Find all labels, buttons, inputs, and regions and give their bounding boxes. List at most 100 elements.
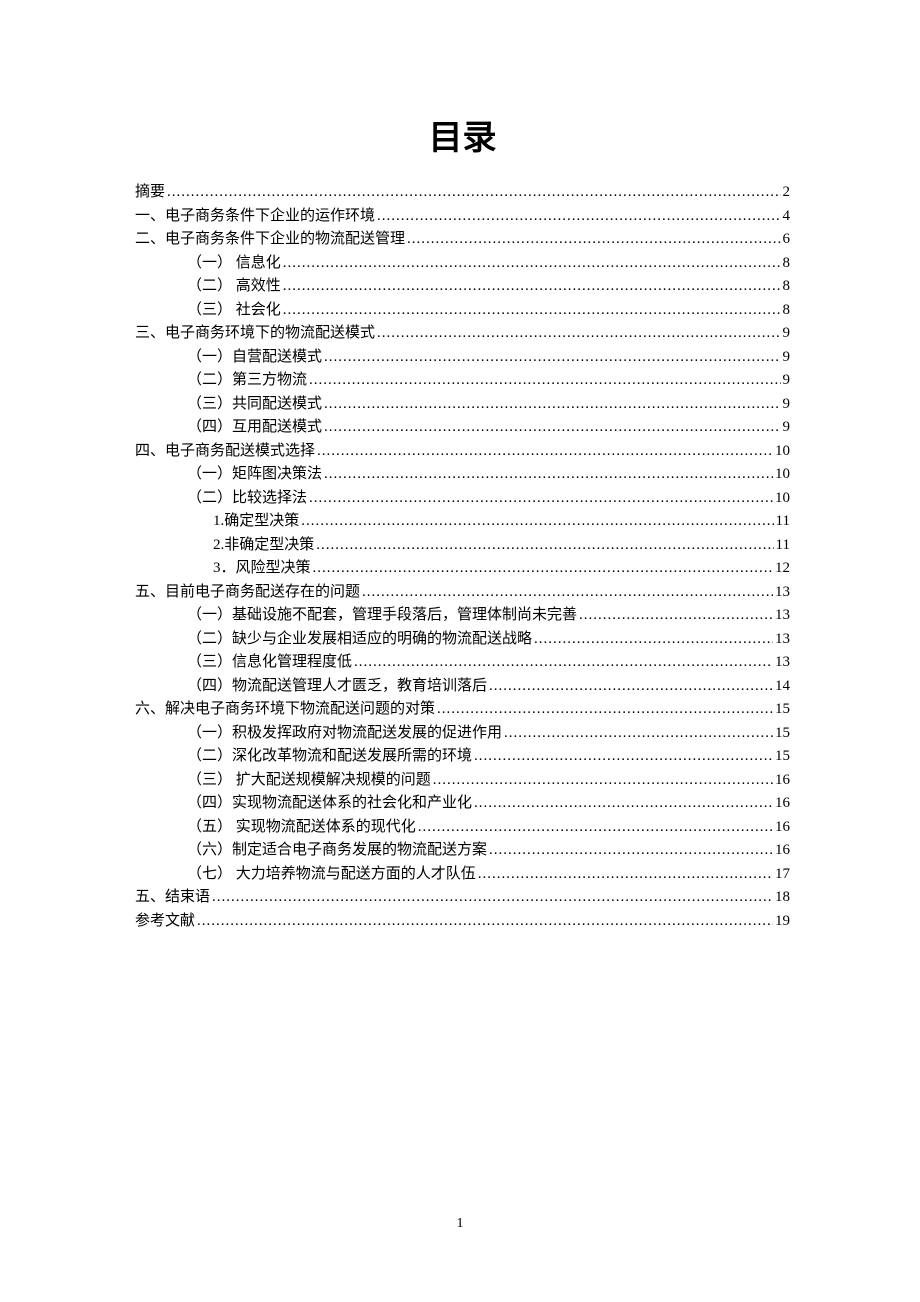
toc-entry: 五、目前电子商务配送存在的问题13 — [135, 581, 790, 605]
toc-entry: 摘要 2 — [135, 181, 790, 205]
toc-entry-page: 11 — [776, 510, 790, 533]
toc-entry: （一） 信息化 8 — [135, 252, 790, 276]
toc-entry-label: （四）物流配送管理人才匮乏，教育培训落后 — [187, 675, 487, 698]
toc-entry-label: 2.非确定型决策 — [213, 534, 314, 557]
toc-leader-dots — [283, 252, 781, 275]
toc-entry-label: （一）自营配送模式 — [187, 346, 322, 369]
toc-entry-page: 19 — [775, 910, 790, 933]
toc-entry-label: 摘要 — [135, 181, 165, 204]
toc-entry: （三） 扩大配送规模解决规模的问题 16 — [135, 769, 790, 793]
toc-leader-dots — [504, 722, 773, 745]
toc-entry: （二） 高效性8 — [135, 275, 790, 299]
toc-entry-label: （七） 大力培养物流与配送方面的人才队伍 — [187, 863, 476, 886]
toc-entry-label: （二）第三方物流 — [187, 369, 307, 392]
toc-entry-page: 16 — [775, 792, 790, 815]
toc-entry: 四、电子商务配送模式选择 10 — [135, 440, 790, 464]
toc-leader-dots — [534, 628, 773, 651]
toc-entry-page: 10 — [775, 463, 790, 486]
toc-entry-page: 10 — [775, 487, 790, 510]
toc-entry-page: 9 — [783, 322, 791, 345]
toc-entry-page: 17 — [775, 863, 790, 886]
toc-entry-page: 12 — [775, 557, 790, 580]
page-title: 目录 — [135, 110, 790, 159]
toc-entry-label: （六）制定适合电子商务发展的物流配送方案 — [187, 839, 487, 862]
toc-entry-label: （一）矩阵图决策法 — [187, 463, 322, 486]
toc-entry-page: 8 — [783, 275, 791, 298]
toc-entry-page: 13 — [775, 628, 790, 651]
toc-entry: 三、电子商务环境下的物流配送模式9 — [135, 322, 790, 346]
toc-entry: （三）信息化管理程度低13 — [135, 651, 790, 675]
toc-entry-page: 9 — [783, 346, 791, 369]
toc-entry-page: 15 — [775, 698, 790, 721]
toc-entry-label: （三） 社会化 — [187, 299, 281, 322]
toc-leader-dots — [283, 275, 781, 298]
toc-entry: （六）制定适合电子商务发展的物流配送方案 16 — [135, 839, 790, 863]
toc-entry: （三）共同配送模式 9 — [135, 393, 790, 417]
toc-entry-label: （四）实现物流配送体系的社会化和产业化 — [187, 792, 472, 815]
toc-entry: （七） 大力培养物流与配送方面的人才队伍 17 — [135, 863, 790, 887]
page-number: 1 — [0, 1216, 920, 1232]
toc-entry-label: 二、电子商务条件下企业的物流配送管理 — [135, 228, 405, 251]
toc-leader-dots — [309, 487, 773, 510]
toc-entry-page: 6 — [783, 228, 791, 251]
toc-leader-dots — [283, 299, 781, 322]
toc-entry-page: 16 — [775, 839, 790, 862]
toc-entry-page: 9 — [783, 393, 791, 416]
toc-leader-dots — [324, 346, 780, 369]
toc-entry: （一）积极发挥政府对物流配送发展的促进作用15 — [135, 722, 790, 746]
toc-leader-dots — [317, 440, 773, 463]
toc-entry-label: 六、解决电子商务环境下物流配送问题的对策 — [135, 698, 435, 721]
toc-entry-page: 9 — [783, 416, 791, 439]
toc-entry-label: （一）基础设施不配套，管理手段落后，管理体制尚未完善 — [187, 604, 577, 627]
toc-entry: （五） 实现物流配送体系的现代化 16 — [135, 816, 790, 840]
toc-entry: 1.确定型决策11 — [135, 510, 790, 534]
toc-entry: （二）深化改革物流和配送发展所需的环境15 — [135, 745, 790, 769]
toc-entry-label: （三） 扩大配送规模解决规模的问题 — [187, 769, 431, 792]
toc-entry-label: 3．风险型决策 — [213, 557, 311, 580]
toc-entry-label: （三）共同配送模式 — [187, 393, 322, 416]
toc-leader-dots — [478, 863, 773, 886]
toc-leader-dots — [489, 839, 773, 862]
toc-leader-dots — [474, 745, 773, 768]
toc-entry-label: 参考文献 — [135, 910, 195, 933]
toc-leader-dots — [167, 181, 780, 204]
toc-entry-label: （二）比较选择法 — [187, 487, 307, 510]
toc-leader-dots — [316, 534, 773, 557]
toc-entry-page: 15 — [775, 722, 790, 745]
toc-entry: 参考文献 19 — [135, 910, 790, 934]
toc-leader-dots — [489, 675, 773, 698]
toc-entry-label: （二）缺少与企业发展相适应的明确的物流配送战略 — [187, 628, 532, 651]
toc-entry-page: 8 — [783, 252, 791, 275]
toc-leader-dots — [407, 228, 780, 251]
toc-entry-page: 4 — [783, 205, 791, 228]
toc-entry: （二）第三方物流9 — [135, 369, 790, 393]
toc-entry-label: 四、电子商务配送模式选择 — [135, 440, 315, 463]
toc-entry-page: 13 — [775, 581, 790, 604]
toc-entry-page: 16 — [775, 816, 790, 839]
toc-entry-label: （一） 信息化 — [187, 252, 281, 275]
toc-entry: （四）互用配送模式 9 — [135, 416, 790, 440]
document-page: 目录 摘要2一、电子商务条件下企业的运作环境4二、电子商务条件下企业的物流配送管… — [0, 0, 920, 933]
toc-entry-page: 2 — [783, 181, 791, 204]
toc-entry-label: （四）互用配送模式 — [187, 416, 322, 439]
toc-leader-dots — [418, 816, 773, 839]
toc-entry-page: 16 — [775, 769, 790, 792]
toc-entry-label: （五） 实现物流配送体系的现代化 — [187, 816, 416, 839]
toc-leader-dots — [197, 910, 773, 933]
toc-entry-label: （三）信息化管理程度低 — [187, 651, 352, 674]
toc-entry: （三） 社会化8 — [135, 299, 790, 323]
toc-leader-dots — [324, 416, 780, 439]
toc-leader-dots — [362, 581, 773, 604]
toc-leader-dots — [324, 393, 780, 416]
toc-entry: 二、电子商务条件下企业的物流配送管理 6 — [135, 228, 790, 252]
toc-entry: 2.非确定型决策11 — [135, 534, 790, 558]
toc-entry: （一）矩阵图决策法 10 — [135, 463, 790, 487]
toc-leader-dots — [309, 369, 780, 392]
toc-entry-page: 10 — [775, 440, 790, 463]
toc-entry-page: 18 — [775, 886, 790, 909]
toc-entry: （二）缺少与企业发展相适应的明确的物流配送战略 13 — [135, 628, 790, 652]
toc-entry-page: 15 — [775, 745, 790, 768]
toc-entry: （二）比较选择法 10 — [135, 487, 790, 511]
toc-leader-dots — [354, 651, 773, 674]
toc-leader-dots — [301, 510, 773, 533]
